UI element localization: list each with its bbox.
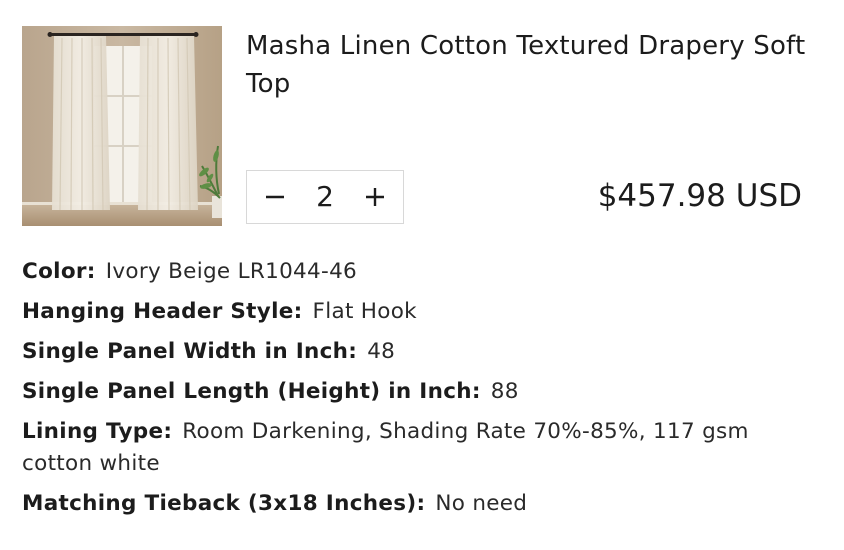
spec-label: Single Panel Length (Height) in Inch: [22, 379, 481, 404]
spec-value: 48 [367, 339, 396, 364]
decrease-quantity-button[interactable] [247, 171, 303, 223]
minus-icon [266, 195, 284, 199]
price-amount: $457.98 [597, 178, 726, 214]
curtain-product-photo [22, 26, 222, 226]
spec-row-panel-length: Single Panel Length (Height) in Inch: 88 [22, 376, 812, 408]
quantity-value[interactable]: 2 [303, 170, 347, 224]
quantity-stepper: 2 [246, 170, 404, 224]
spec-value: Flat Hook [312, 299, 417, 324]
price-currency: USD [735, 178, 802, 214]
product-title: Masha Linen Cotton Textured Drapery Soft… [246, 31, 806, 99]
product-image[interactable] [22, 26, 222, 226]
spec-row-tieback: Matching Tieback (3x18 Inches): No need [22, 488, 812, 520]
plus-icon [366, 188, 384, 206]
spec-label: Hanging Header Style: [22, 299, 303, 324]
spec-value: Ivory Beige LR1044-46 [105, 259, 358, 284]
product-price: $457.98 USD [598, 176, 802, 216]
spec-row-lining-type: Lining Type: Room Darkening, Shading Rate… [22, 416, 812, 480]
spec-row-panel-width: Single Panel Width in Inch: 48 [22, 336, 812, 368]
spec-row-color: Color: Ivory Beige LR1044-46 [22, 256, 812, 288]
spec-label: Matching Tieback (3x18 Inches): [22, 491, 426, 516]
spec-label: Lining Type: [22, 419, 173, 444]
spec-label: Color: [22, 259, 96, 284]
increase-quantity-button[interactable] [347, 171, 403, 223]
spec-value: No need [435, 491, 528, 516]
spec-value: 88 [490, 379, 519, 404]
spec-label: Single Panel Width in Inch: [22, 339, 358, 364]
product-specs: Color: Ivory Beige LR1044-46 Hanging Head… [22, 256, 812, 528]
spec-row-header-style: Hanging Header Style: Flat Hook [22, 296, 812, 328]
